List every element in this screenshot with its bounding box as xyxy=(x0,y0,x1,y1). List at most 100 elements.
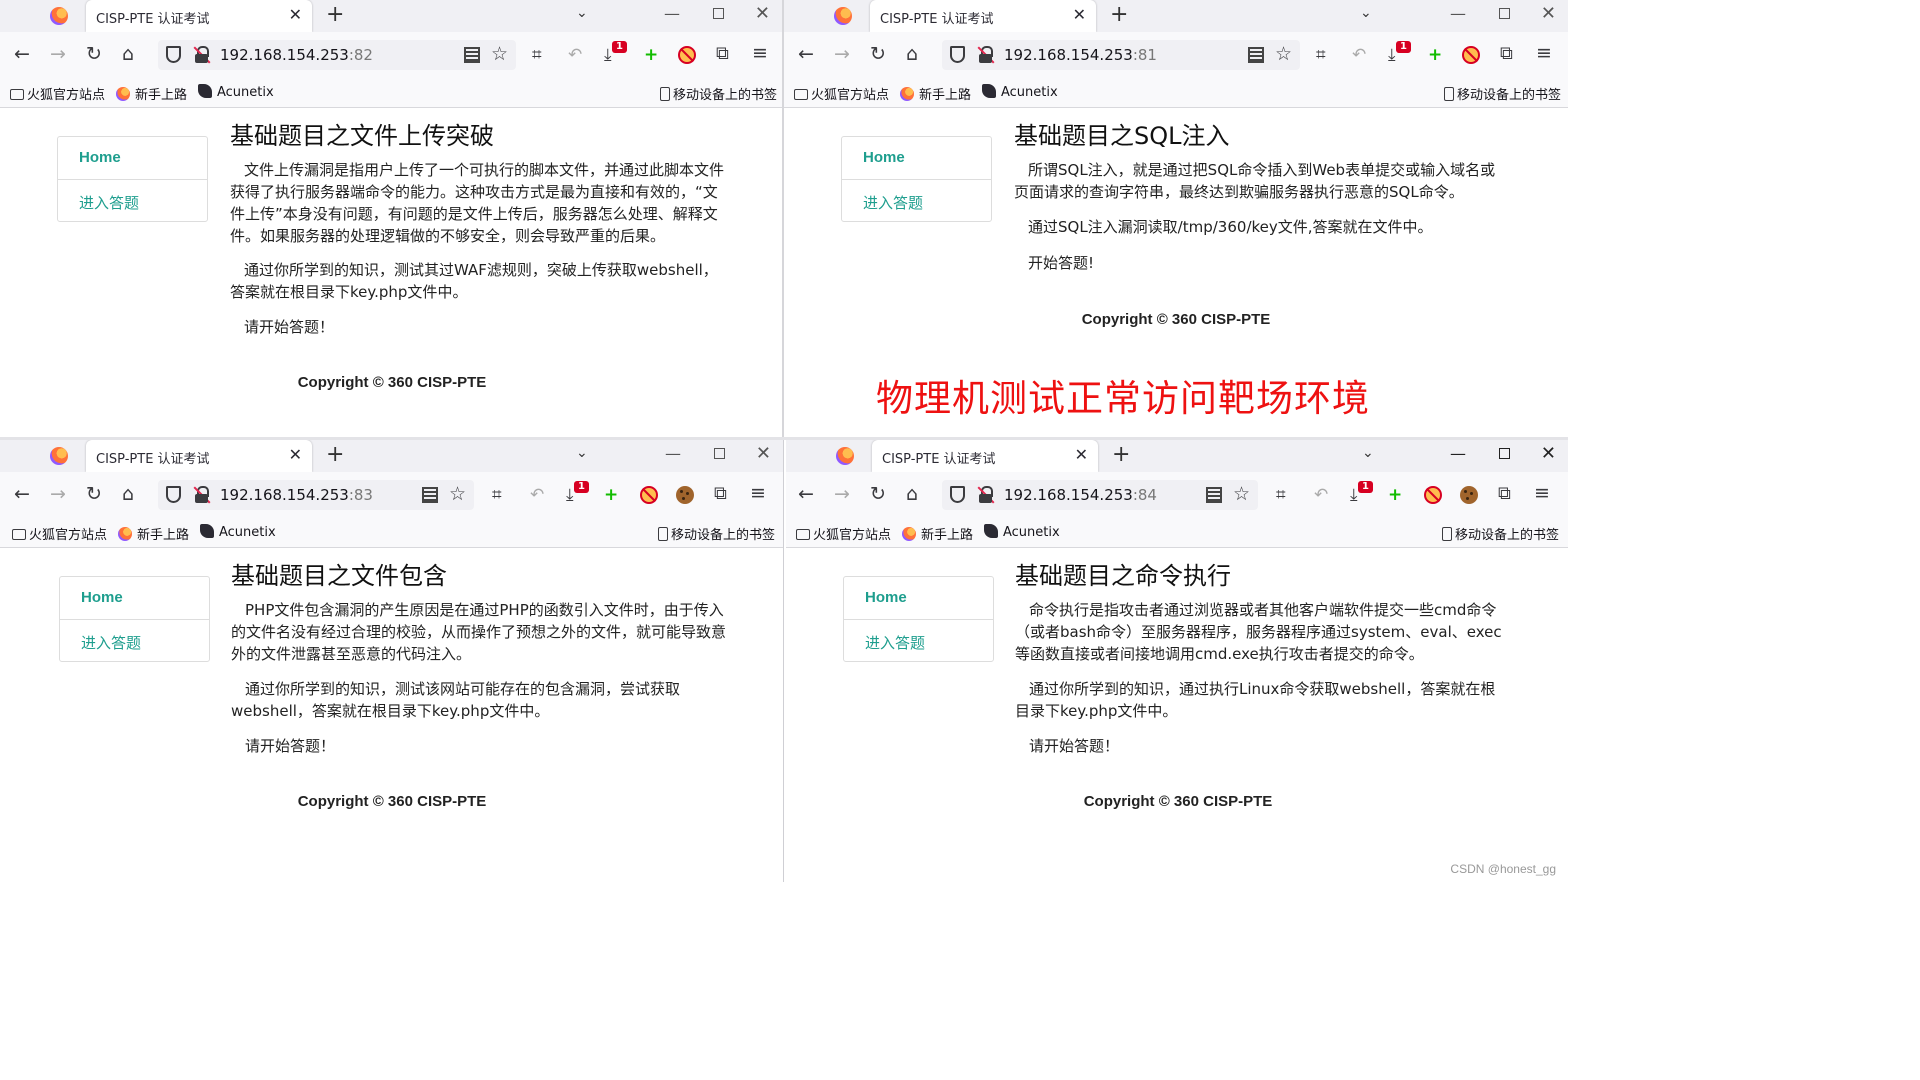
bookmark-getting-started[interactable]: 新手上路 xyxy=(902,524,973,543)
minimize-button[interactable]: — xyxy=(664,4,680,23)
url-bar[interactable]: 192.168.154.253:84 ☆ xyxy=(942,480,1258,510)
reload-icon[interactable]: ↻ xyxy=(86,482,102,506)
bookmark-acunetix[interactable]: Acunetix xyxy=(200,524,276,540)
new-tab-button[interactable]: + xyxy=(1112,443,1130,467)
reload-icon[interactable]: ↻ xyxy=(86,42,102,66)
forward-arrow-icon[interactable]: → xyxy=(834,42,850,66)
home-icon[interactable]: ⌂ xyxy=(906,482,918,506)
undo-icon[interactable]: ↶ xyxy=(530,484,544,506)
add-extension-icon[interactable]: + xyxy=(1388,484,1402,506)
qr-code-icon[interactable] xyxy=(1248,47,1264,63)
crop-screenshot-icon[interactable]: ⌗ xyxy=(1316,44,1326,66)
download-icon[interactable]: ⤓ xyxy=(604,44,612,66)
nav-exam-link[interactable]: 进入答题 xyxy=(844,620,993,663)
tracking-shield-icon[interactable] xyxy=(166,486,181,503)
firefox-icon[interactable] xyxy=(50,7,68,25)
insecure-lock-icon[interactable] xyxy=(977,46,995,64)
crop-screenshot-icon[interactable]: ⌗ xyxy=(1276,484,1286,506)
tracking-shield-icon[interactable] xyxy=(950,486,965,503)
maximize-button[interactable] xyxy=(1499,448,1510,459)
url-text[interactable]: 192.168.154.253:83 xyxy=(220,486,373,504)
tab-close-icon[interactable]: ✕ xyxy=(1073,6,1086,24)
block-extension-icon[interactable] xyxy=(640,486,658,504)
extensions-puzzle-icon[interactable]: ⧉ xyxy=(1500,43,1513,64)
url-text[interactable]: 192.168.154.253:84 xyxy=(1004,486,1157,504)
forward-arrow-icon[interactable]: → xyxy=(834,482,850,506)
forward-arrow-icon[interactable]: → xyxy=(50,42,66,66)
new-tab-button[interactable]: + xyxy=(326,3,344,27)
bookmark-star-icon[interactable]: ☆ xyxy=(1275,43,1292,65)
maximize-button[interactable] xyxy=(714,448,725,459)
list-tabs-button[interactable]: ⌄ xyxy=(576,445,588,461)
download-icon[interactable]: ⤓ xyxy=(566,484,574,506)
insecure-lock-icon[interactable] xyxy=(193,486,211,504)
url-bar[interactable]: 192.168.154.253:82 ☆ xyxy=(158,40,516,70)
download-icon[interactable]: ⤓ xyxy=(1350,484,1358,506)
nav-home-link[interactable]: Home xyxy=(60,577,209,620)
extensions-puzzle-icon[interactable]: ⧉ xyxy=(716,43,729,64)
home-icon[interactable]: ⌂ xyxy=(122,482,134,506)
add-extension-icon[interactable]: + xyxy=(1428,44,1442,66)
firefox-icon[interactable] xyxy=(834,7,852,25)
home-icon[interactable]: ⌂ xyxy=(122,42,134,66)
extensions-puzzle-icon[interactable]: ⧉ xyxy=(1498,483,1511,504)
undo-icon[interactable]: ↶ xyxy=(1352,44,1366,66)
browser-tab[interactable]: CISP-PTE 认证考试 ✕ xyxy=(870,0,1096,32)
new-tab-button[interactable]: + xyxy=(326,443,344,467)
bookmark-getting-started[interactable]: 新手上路 xyxy=(118,524,189,543)
reload-icon[interactable]: ↻ xyxy=(870,482,886,506)
tab-close-icon[interactable]: ✕ xyxy=(289,6,302,24)
minimize-button[interactable]: — xyxy=(665,444,681,463)
url-text[interactable]: 192.168.154.253:81 xyxy=(1004,46,1157,64)
forward-arrow-icon[interactable]: → xyxy=(50,482,66,506)
undo-icon[interactable]: ↶ xyxy=(1314,484,1328,506)
url-bar[interactable]: 192.168.154.253:83 ☆ xyxy=(158,480,474,510)
crop-screenshot-icon[interactable]: ⌗ xyxy=(492,484,502,506)
mobile-bookmarks[interactable]: 移动设备上的书签 xyxy=(658,524,775,543)
extensions-puzzle-icon[interactable]: ⧉ xyxy=(714,483,727,504)
cookie-icon[interactable] xyxy=(1460,486,1478,504)
list-tabs-button[interactable]: ⌄ xyxy=(1362,445,1374,461)
minimize-button[interactable]: — xyxy=(1450,444,1466,463)
home-icon[interactable]: ⌂ xyxy=(906,42,918,66)
list-tabs-button[interactable]: ⌄ xyxy=(576,5,588,21)
qr-code-icon[interactable] xyxy=(422,487,438,503)
back-arrow-icon[interactable]: ← xyxy=(14,482,30,506)
bookmark-getting-started[interactable]: 新手上路 xyxy=(900,84,971,103)
url-text[interactable]: 192.168.154.253:82 xyxy=(220,46,373,64)
mobile-bookmarks[interactable]: 移动设备上的书签 xyxy=(660,84,777,103)
browser-tab[interactable]: CISP-PTE 认证考试 ✕ xyxy=(86,440,312,472)
back-arrow-icon[interactable]: ← xyxy=(14,42,30,66)
tab-close-icon[interactable]: ✕ xyxy=(1075,446,1088,464)
undo-icon[interactable]: ↶ xyxy=(568,44,582,66)
nav-exam-link[interactable]: 进入答题 xyxy=(842,180,991,223)
list-tabs-button[interactable]: ⌄ xyxy=(1360,5,1372,21)
insecure-lock-icon[interactable] xyxy=(977,486,995,504)
close-window-button[interactable]: ✕ xyxy=(1541,443,1556,464)
add-extension-icon[interactable]: + xyxy=(604,484,618,506)
minimize-button[interactable]: — xyxy=(1450,4,1466,23)
crop-screenshot-icon[interactable]: ⌗ xyxy=(532,44,542,66)
firefox-icon[interactable] xyxy=(50,447,68,465)
hamburger-menu-icon[interactable]: ≡ xyxy=(1536,42,1552,64)
nav-exam-link[interactable]: 进入答题 xyxy=(60,620,209,663)
bookmark-firefox-site[interactable]: 火狐官方站点 xyxy=(794,84,889,103)
new-tab-button[interactable]: + xyxy=(1110,3,1128,27)
reload-icon[interactable]: ↻ xyxy=(870,42,886,66)
bookmark-star-icon[interactable]: ☆ xyxy=(449,483,466,505)
close-window-button[interactable]: ✕ xyxy=(755,3,770,24)
bookmark-acunetix[interactable]: Acunetix xyxy=(982,84,1058,100)
firefox-icon[interactable] xyxy=(836,447,854,465)
hamburger-menu-icon[interactable]: ≡ xyxy=(752,42,768,64)
close-window-button[interactable]: ✕ xyxy=(1541,3,1556,24)
block-extension-icon[interactable] xyxy=(1462,46,1480,64)
mobile-bookmarks[interactable]: 移动设备上的书签 xyxy=(1442,524,1559,543)
qr-code-icon[interactable] xyxy=(464,47,480,63)
nav-home-link[interactable]: Home xyxy=(58,137,207,180)
hamburger-menu-icon[interactable]: ≡ xyxy=(750,482,766,504)
bookmark-firefox-site[interactable]: 火狐官方站点 xyxy=(796,524,891,543)
mobile-bookmarks[interactable]: 移动设备上的书签 xyxy=(1444,84,1561,103)
bookmark-firefox-site[interactable]: 火狐官方站点 xyxy=(12,524,107,543)
bookmark-getting-started[interactable]: 新手上路 xyxy=(116,84,187,103)
bookmark-acunetix[interactable]: Acunetix xyxy=(198,84,274,100)
